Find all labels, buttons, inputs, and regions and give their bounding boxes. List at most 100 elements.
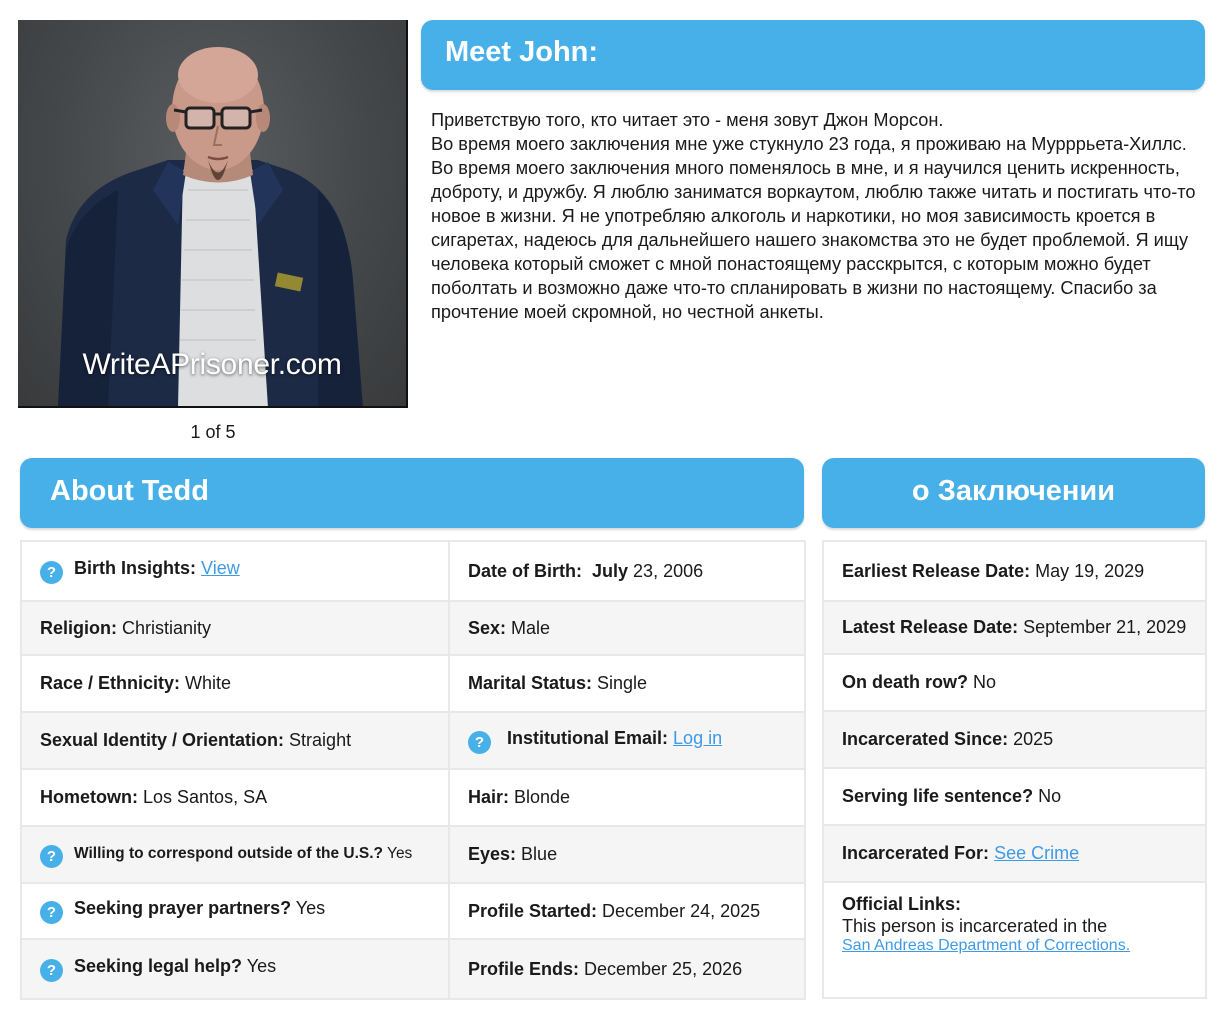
death-row-value: No — [968, 672, 997, 692]
correspond-cell: ? Willing to correspond outside of the U.… — [20, 825, 450, 884]
profile-ends-label: Profile Ends: — [468, 958, 580, 979]
official-links-label: Official Links: — [842, 894, 962, 914]
hair-label: Hair: — [468, 787, 510, 807]
bio-paragraph-2: Во время моего заключения мне уже стукну… — [431, 134, 1196, 322]
table-row: ? Seeking prayer partners? Yes Profile St… — [20, 882, 806, 940]
table-row: Incarcerated Since: 2025 — [822, 710, 1207, 769]
profile-started-cell: Profile Started: December 24, 2025 — [448, 882, 806, 940]
hair-cell: Hair: Blonde — [448, 768, 806, 827]
earliest-release-cell: Earliest Release Date: May 19, 2029 — [822, 540, 1207, 602]
birth-insights-view-link[interactable]: View — [201, 558, 240, 578]
about-header: About Tedd — [20, 458, 804, 528]
photo-counter: 1 of 5 — [190, 422, 236, 442]
prayer-partners-cell: ? Seeking prayer partners? Yes — [20, 882, 450, 940]
incarceration-table: Earliest Release Date: May 19, 2029 Late… — [822, 540, 1207, 999]
sex-cell: Sex: Male — [448, 600, 806, 656]
hair-value: Blonde — [509, 787, 571, 807]
table-row: Serving life sentence? No — [822, 767, 1207, 826]
table-row: ? Birth Insights: View Date of Birth: Jul… — [20, 540, 806, 602]
correspond-value: Yes — [383, 844, 413, 862]
religion-label: Religion: — [40, 617, 117, 638]
eyes-value: Blue — [516, 844, 558, 864]
orientation-cell: Sexual Identity / Orientation: Straight — [20, 711, 450, 770]
earliest-release-value: May 19, 2029 — [1030, 560, 1145, 581]
table-row: Official Links: This person is incarcera… — [822, 881, 1207, 999]
department-of-corrections-link[interactable]: San Andreas Department of Corrections. — [842, 937, 1204, 955]
official-links-cell: Official Links: This person is incarcera… — [822, 881, 1207, 999]
death-row-label: On death row? — [842, 672, 968, 692]
table-row: Earliest Release Date: May 19, 2029 — [822, 540, 1207, 602]
about-title: About Tedd — [50, 475, 209, 507]
latest-release-cell: Latest Release Date: September 21, 2029 — [822, 600, 1207, 655]
incarcerated-since-label: Incarcerated Since: — [842, 729, 1009, 749]
table-row: Religion: Christianity Sex: Male — [20, 600, 806, 656]
table-row: Sexual Identity / Orientation: Straight … — [20, 711, 806, 770]
sex-value: Male — [506, 617, 551, 638]
help-icon[interactable]: ? — [40, 901, 63, 924]
meet-header: Meet John: — [421, 20, 1205, 90]
table-row: ? Seeking legal help? Yes Profile Ends: D… — [20, 938, 806, 1000]
legal-help-cell: ? Seeking legal help? Yes — [20, 938, 450, 1000]
bio-paragraph-1: Приветствую того, кто читает это - меня … — [431, 110, 944, 130]
hometown-cell: Hometown: Los Santos, SA — [20, 768, 450, 827]
see-crime-link[interactable]: See Crime — [994, 843, 1079, 863]
help-icon[interactable]: ? — [40, 561, 63, 584]
date-of-birth-value: 23, 2006 — [628, 560, 704, 581]
about-table: ? Birth Insights: View Date of Birth: Jul… — [20, 540, 806, 1000]
race-cell: Race / Ethnicity: White — [20, 654, 450, 713]
date-of-birth-label: Date of Birth: — [468, 560, 582, 581]
religion-value: Christianity — [117, 617, 212, 638]
incarcerated-since-value: 2025 — [1008, 729, 1054, 749]
latest-release-value: September 21, 2029 — [1018, 617, 1187, 637]
help-icon[interactable]: ? — [40, 844, 63, 868]
table-row: Race / Ethnicity: White Marital Status: … — [20, 654, 806, 713]
prayer-partners-value: Yes — [291, 898, 326, 918]
orientation-label: Sexual Identity / Orientation: — [40, 730, 285, 750]
profile-photo[interactable]: WriteAPrisoner.com — [18, 20, 408, 408]
life-sentence-value: No — [1033, 786, 1062, 806]
marital-status-label: Marital Status: — [468, 673, 593, 693]
watermark-text: WriteAPrisoner.com — [82, 348, 342, 381]
table-row: Latest Release Date: September 21, 2029 — [822, 600, 1207, 655]
correspond-label: Willing to correspond outside of the U.S… — [74, 844, 383, 862]
sex-label: Sex: — [468, 617, 507, 638]
profile-started-label: Profile Started: — [468, 900, 598, 921]
table-row: Incarcerated For: See Crime — [822, 824, 1207, 883]
table-row: ? Willing to correspond outside of the U.… — [20, 825, 806, 884]
marital-status-cell: Marital Status: Single — [448, 654, 806, 713]
life-sentence-cell: Serving life sentence? No — [822, 767, 1207, 826]
official-links-text: This person is incarcerated in the — [842, 916, 1108, 936]
hometown-label: Hometown: — [40, 787, 138, 807]
institutional-email-cell: ? Institutional Email: Log in — [448, 711, 806, 770]
help-icon[interactable]: ? — [40, 959, 63, 982]
help-icon[interactable]: ? — [468, 730, 491, 754]
death-row-cell: On death row? No — [822, 653, 1207, 712]
incarceration-header: о Заключении — [822, 458, 1205, 528]
profile-ends-value: December 25, 2026 — [579, 958, 743, 979]
meet-title: Meet John: — [445, 36, 599, 68]
login-link[interactable]: Log in — [673, 728, 722, 748]
earliest-release-label: Earliest Release Date: — [842, 560, 1031, 581]
race-value: White — [180, 673, 232, 693]
profile-started-value: December 24, 2025 — [597, 900, 761, 921]
profile-ends-cell: Profile Ends: December 25, 2026 — [448, 938, 806, 1000]
legal-help-label: Seeking legal help? — [74, 956, 243, 976]
date-of-birth-month: July — [592, 560, 629, 581]
bio-text: Приветствую того, кто читает это - меня … — [431, 108, 1201, 324]
incarcerated-for-cell: Incarcerated For: See Crime — [822, 824, 1207, 883]
table-row: On death row? No — [822, 653, 1207, 712]
incarceration-title: о Заключении — [911, 475, 1116, 507]
legal-help-value: Yes — [242, 956, 277, 976]
life-sentence-label: Serving life sentence? — [842, 786, 1034, 806]
orientation-value: Straight — [284, 730, 352, 750]
incarcerated-for-label: Incarcerated For: — [842, 843, 990, 863]
birth-insights-label: Birth Insights: — [74, 558, 196, 578]
hometown-value: Los Santos, SA — [138, 787, 268, 807]
incarcerated-since-cell: Incarcerated Since: 2025 — [822, 710, 1207, 769]
date-of-birth-cell: Date of Birth: July 23, 2006 — [448, 540, 806, 602]
eyes-label: Eyes: — [468, 844, 517, 864]
religion-cell: Religion: Christianity — [20, 600, 450, 656]
institutional-email-label: Institutional Email: — [507, 727, 669, 748]
eyes-cell: Eyes: Blue — [448, 825, 806, 884]
birth-insights-cell: ? Birth Insights: View — [20, 540, 450, 602]
